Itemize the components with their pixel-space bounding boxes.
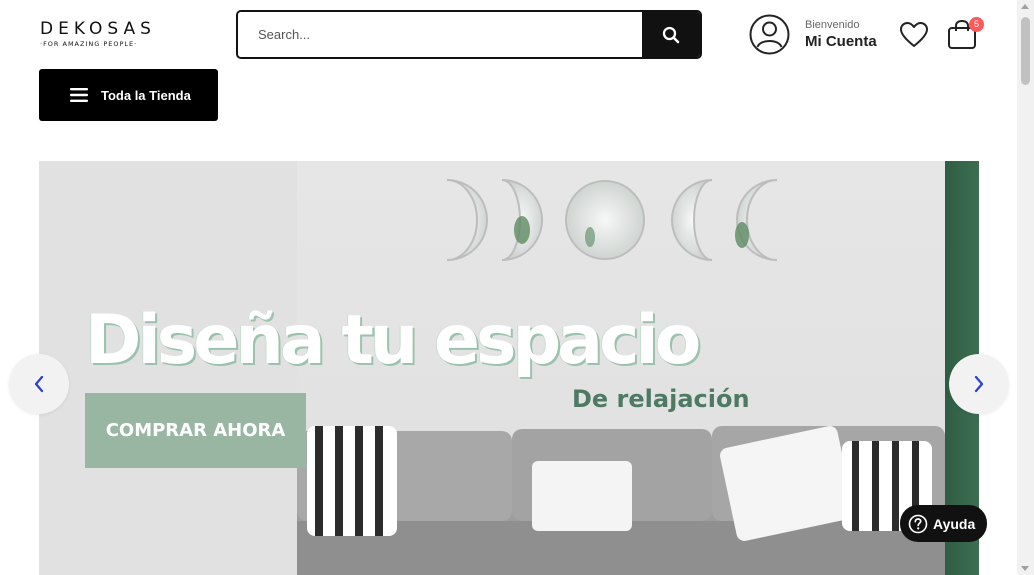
shop-now-label: COMPRAR AHORA	[105, 420, 286, 441]
search-bar	[236, 10, 702, 59]
question-icon	[908, 514, 928, 533]
help-button[interactable]: Ayuda	[900, 505, 987, 542]
logo-tagline: ·FOR AMAZING PEOPLE·	[40, 40, 138, 48]
banner-subtitle: De relajación	[572, 385, 750, 413]
search-button[interactable]	[642, 12, 700, 57]
all-store-label: Toda la Tienda	[101, 87, 191, 103]
heart-icon	[900, 22, 928, 47]
scroll-up-arrow[interactable]	[1021, 4, 1029, 9]
chevron-right-icon	[974, 375, 984, 393]
hero-banner[interactable]: Diseña tu espacio De relajación COMPRAR …	[39, 161, 979, 575]
cart-count-badge: 5	[969, 17, 984, 32]
carousel-prev-button[interactable]	[9, 354, 69, 414]
carousel-next-button[interactable]	[949, 354, 1009, 414]
account-welcome: Bienvenido	[805, 18, 860, 31]
banner-title: Diseña tu espacio	[85, 301, 701, 380]
page: DEKOSAS ·FOR AMAZING PEOPLE· Bienvenido …	[0, 0, 1034, 575]
account-label: Mi Cuenta	[805, 32, 877, 50]
wishlist-button[interactable]	[899, 21, 929, 49]
scroll-thumb[interactable]	[1021, 17, 1030, 85]
page-scrollbar[interactable]	[1017, 0, 1034, 575]
chevron-left-icon	[34, 375, 44, 393]
logo-name: DEKOSAS	[40, 19, 156, 39]
search-input[interactable]	[238, 12, 642, 57]
moon-mirrors-image	[446, 179, 778, 261]
help-label: Ayuda	[933, 515, 976, 532]
scroll-down-arrow[interactable]	[1021, 566, 1029, 571]
all-store-button[interactable]: Toda la Tienda	[39, 69, 218, 121]
account-text: Bienvenido Mi Cuenta	[805, 19, 877, 51]
sofa-image	[297, 426, 945, 575]
account-link[interactable]: Bienvenido Mi Cuenta	[749, 14, 877, 55]
logo[interactable]: DEKOSAS ·FOR AMAZING PEOPLE·	[40, 20, 160, 50]
user-icon	[749, 14, 790, 55]
shop-now-button[interactable]: COMPRAR AHORA	[85, 393, 306, 468]
cart-button[interactable]: 5	[946, 17, 984, 52]
search-icon	[662, 26, 680, 43]
menu-icon	[70, 88, 88, 102]
